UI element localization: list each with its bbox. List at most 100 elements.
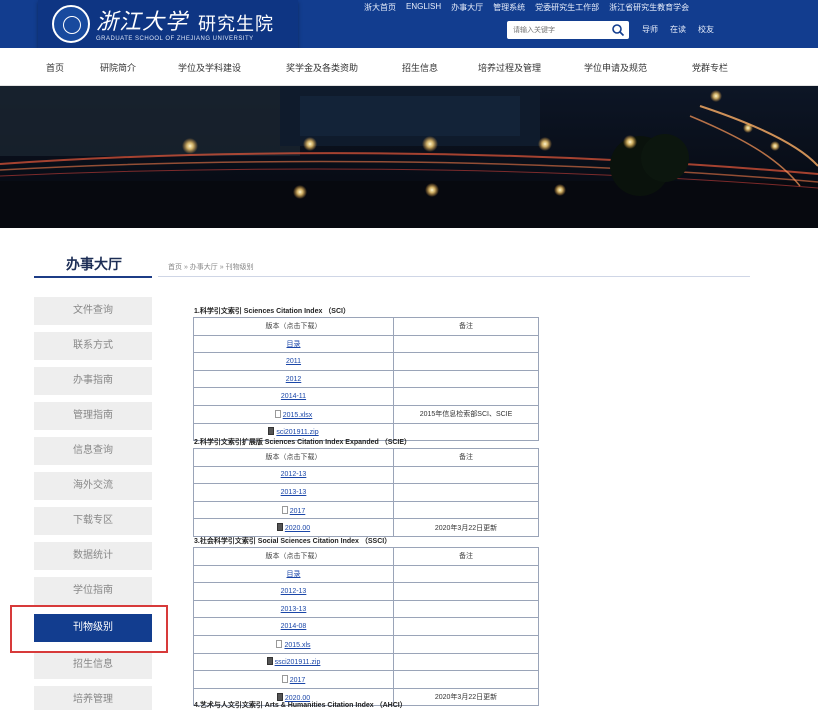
- sidebar-item-management[interactable]: 管理指南: [34, 402, 152, 430]
- download-link[interactable]: 2012-13: [281, 471, 307, 478]
- download-link[interactable]: 2012-13: [281, 588, 307, 595]
- column-header: 备注: [393, 547, 539, 566]
- index-table-ssci: 版本（点击下载） 备注 目录 2012-13 2013-13 2014-08 2…: [193, 547, 539, 707]
- top-link[interactable]: 浙江省研究生教育学会: [609, 2, 689, 13]
- top-link[interactable]: 管理系统: [493, 2, 525, 13]
- top-link[interactable]: 党委研究生工作部: [535, 2, 599, 13]
- table-cell-note: [393, 465, 539, 485]
- download-link[interactable]: 2017: [290, 677, 306, 684]
- index-table-sci: 版本（点击下载） 备注 目录 2011 2012 2014-11 2015.xl…: [193, 317, 539, 442]
- table-cell-note: [393, 422, 539, 442]
- column-header: 版本（点击下载）: [193, 448, 394, 467]
- download-link[interactable]: 目录: [287, 571, 301, 578]
- top-link[interactable]: 办事大厅: [451, 2, 483, 13]
- document-file-icon: [274, 409, 281, 418]
- download-link[interactable]: 2012: [286, 376, 302, 383]
- quick-link[interactable]: 校友: [698, 24, 714, 35]
- nav-item-discipline[interactable]: 学位及学科建设: [178, 61, 241, 74]
- table-row: 2012: [193, 369, 539, 389]
- sidebar-item-file-query[interactable]: 文件查询: [34, 297, 152, 325]
- download-link[interactable]: 2014-08: [281, 623, 307, 630]
- index-table-scie: 版本（点击下载） 备注 2012-13 2013-13 2017 2020.00…: [193, 448, 539, 537]
- nav-item-admission[interactable]: 招生信息: [402, 61, 438, 74]
- sidebar-item-admission[interactable]: 招生信息: [34, 651, 152, 679]
- column-header: 备注: [393, 448, 539, 467]
- breadcrumb[interactable]: 首页 » 办事大厅 » 刊物级别: [168, 262, 254, 272]
- table-row: 2013-13: [193, 483, 539, 502]
- sidebar-item-guide[interactable]: 办事指南: [34, 367, 152, 395]
- download-link[interactable]: 2015.xls: [284, 642, 310, 649]
- site-logo[interactable]: 浙江大学 研究生院 GRADUATE SCHOOL OF ZHEJIANG UN…: [38, 0, 298, 52]
- sidebar-item-contact[interactable]: 联系方式: [34, 332, 152, 360]
- download-link[interactable]: 2015.xlsx: [283, 412, 313, 419]
- sidebar-item-degree-guide[interactable]: 学位指南: [34, 577, 152, 605]
- table-cell-note: [393, 369, 539, 389]
- quick-link[interactable]: 导师: [642, 24, 658, 35]
- table-cell-note: [393, 352, 539, 371]
- download-link[interactable]: 2014-11: [281, 393, 306, 400]
- section-title: 2.科学引文索引扩展版 Sciences Citation Index Expa…: [194, 439, 412, 446]
- nav-item-about[interactable]: 研院简介: [100, 61, 136, 74]
- download-link[interactable]: sci201911.zip: [276, 429, 318, 436]
- nav-item-training[interactable]: 培养过程及管理: [478, 61, 541, 74]
- zip-file-icon: [276, 523, 283, 532]
- banner-image: [0, 86, 818, 228]
- table-cell-note: 2015年信息检索部SCI、SCIE: [393, 404, 539, 424]
- download-link[interactable]: 2020.00: [285, 525, 310, 532]
- table-row: 2017: [193, 500, 539, 520]
- column-header: 备注: [393, 317, 539, 336]
- table-cell-note: [393, 334, 539, 354]
- section-title: 4.艺术与人文引文索引 Arts & Humanities Citation I…: [194, 702, 407, 709]
- table-cell-note: [393, 634, 539, 654]
- sidebar-title-underline: [34, 276, 152, 278]
- column-header: 版本（点击下载）: [193, 547, 394, 566]
- table-cell-note: 2020年3月22日更新: [393, 518, 539, 537]
- sidebar-item-download[interactable]: 下载专区: [34, 507, 152, 535]
- night-campus-photo: [0, 86, 818, 228]
- table-cell-note: [393, 617, 539, 636]
- table-row: 2015.xls: [193, 634, 539, 654]
- search-icon[interactable]: [611, 23, 625, 37]
- table-cell-note: [393, 652, 539, 672]
- table-cell-note: [393, 483, 539, 502]
- download-link[interactable]: 目录: [287, 341, 301, 348]
- site-header: 浙江大学 研究生院 GRADUATE SCHOOL OF ZHEJIANG UN…: [0, 0, 818, 52]
- highlight-annotation-box: [10, 605, 168, 653]
- table-row: 2012-13: [193, 465, 539, 485]
- section-title: 1.科学引文索引 Sciences Citation Index （SCI）: [194, 308, 350, 315]
- sidebar-item-statistics[interactable]: 数据统计: [34, 542, 152, 570]
- table-row: 2014-08: [193, 617, 539, 636]
- main-nav: 首页 研院简介 学位及学科建设 奖学金及各类资助 招生信息 培养过程及管理 学位…: [0, 48, 818, 86]
- top-link[interactable]: ENGLISH: [406, 2, 441, 13]
- zip-file-icon: [266, 657, 273, 666]
- top-link[interactable]: 浙大首页: [364, 2, 396, 13]
- sidebar-item-training[interactable]: 培养管理: [34, 686, 152, 710]
- document-file-icon: [276, 639, 283, 648]
- nav-item-degree[interactable]: 学位申请及规范: [584, 61, 647, 74]
- quick-links: 导师 在读 校友: [642, 24, 714, 35]
- sidebar-title: 办事大厅: [66, 256, 122, 272]
- download-link[interactable]: 2013-13: [281, 606, 307, 613]
- quick-link[interactable]: 在读: [670, 24, 686, 35]
- table-row: 2013-13: [193, 599, 539, 619]
- section-title: 3.社会科学引文索引 Social Sciences Citation Inde…: [194, 538, 392, 545]
- table-row: 2017: [193, 670, 539, 689]
- download-link[interactable]: 2013-13: [281, 489, 307, 496]
- table-cell-note: [393, 500, 539, 520]
- table-row: 2011: [193, 352, 539, 371]
- download-link[interactable]: 2017: [290, 508, 306, 515]
- download-link[interactable]: 2011: [286, 358, 301, 365]
- sidebar-item-info-query[interactable]: 信息查询: [34, 437, 152, 465]
- search-box: [507, 21, 629, 39]
- table-row: 目录: [193, 564, 539, 584]
- document-file-icon: [281, 505, 288, 514]
- nav-item-party[interactable]: 党群专栏: [692, 61, 728, 74]
- nav-item-home[interactable]: 首页: [46, 61, 64, 74]
- table-cell-note: [393, 387, 539, 406]
- table-row: 2015.xlsx 2015年信息检索部SCI、SCIE: [193, 404, 539, 424]
- sidebar-item-exchange[interactable]: 海外交流: [34, 472, 152, 500]
- nav-item-scholarship[interactable]: 奖学金及各类资助: [286, 61, 358, 74]
- search-input[interactable]: [507, 22, 603, 38]
- download-link[interactable]: ssci201911.zip: [275, 659, 321, 666]
- table-row: 目录: [193, 334, 539, 354]
